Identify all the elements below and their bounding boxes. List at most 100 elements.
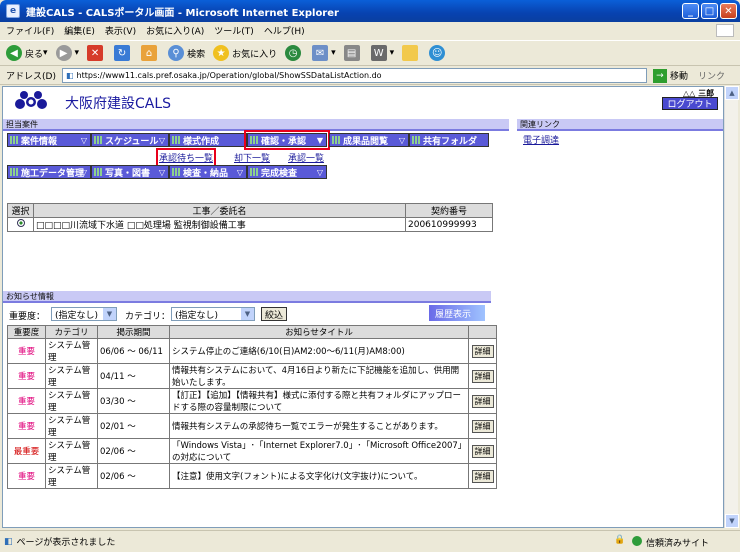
notice-importance: 重要 <box>7 463 46 489</box>
status-text: ページが表示されました <box>16 538 116 548</box>
grid-icon <box>250 136 258 144</box>
logout-button[interactable]: ログアウト <box>662 97 718 110</box>
chevron-down-icon: ▽ <box>158 135 165 145</box>
links-button[interactable]: リンク <box>698 69 725 82</box>
forward-button[interactable]: ▶ ▾ <box>55 45 79 61</box>
stop-icon: ✕ <box>87 45 104 61</box>
notice-period: 02/06 ～ <box>97 463 170 489</box>
detail-button[interactable]: 詳細 <box>471 369 494 383</box>
close-button[interactable]: ✕ <box>720 3 737 19</box>
scroll-up-icon[interactable]: ▲ <box>725 86 739 100</box>
notice-action: 詳細 <box>468 338 497 364</box>
category-select[interactable]: (指定なし) ▼ <box>171 307 255 321</box>
select-radio[interactable] <box>7 217 34 232</box>
scroll-down-icon[interactable]: ▼ <box>725 514 739 528</box>
pending-approval-link[interactable]: 承認待ち一覧 <box>155 148 217 167</box>
notice-title: システム停止のご連絡(6/10(日)AM2:00～6/11(月)AM8:00) <box>169 338 469 364</box>
menu-item[interactable]: ファイル(F) <box>6 24 54 37</box>
detail-button[interactable]: 詳細 <box>471 344 494 358</box>
nav-form-creation[interactable]: 様式作成 <box>169 133 247 147</box>
history-button[interactable]: ◷ <box>285 45 304 61</box>
print-button[interactable]: ▤ <box>343 45 363 61</box>
search-icon: ⚲ <box>168 45 185 61</box>
title-bar: e 建設CALS - CALSポータル画面 - Microsoft Intern… <box>0 0 740 22</box>
ie-logo-icon: e <box>6 4 20 18</box>
importance-select[interactable]: (指定なし) ▼ <box>51 307 117 321</box>
history-display-button[interactable]: 履歴表示 <box>429 305 485 321</box>
toolbar: ◀ 戻る ▾ ▶ ▾ ✕ ↻ ⌂ ⚲ 検索 ★ お気に入り ◷ ✉ ▾ ▤ W ▾ ☺ <box>0 40 740 66</box>
notice-action: 詳細 <box>468 438 497 464</box>
detail-button[interactable]: 詳細 <box>471 444 494 458</box>
refresh-icon: ↻ <box>114 45 131 61</box>
col-select-header: 選択 <box>7 203 34 218</box>
notice-category: システム管理 <box>45 338 98 364</box>
minimize-button[interactable]: _ <box>682 3 699 19</box>
chevron-down-icon: ▽ <box>236 167 243 177</box>
e-procurement-link[interactable]: 電子調達 <box>517 131 723 148</box>
nav-inspection-delivery[interactable]: 検査・納品 ▽ <box>169 165 247 179</box>
divider <box>3 129 509 131</box>
stop-button[interactable]: ✕ <box>87 45 106 61</box>
nav-schedule[interactable]: スケジュール ▽ <box>91 133 169 147</box>
filter-button[interactable]: 絞込 <box>261 307 287 321</box>
folder-icon <box>402 45 419 61</box>
notice-period: 04/11 ～ <box>97 363 170 389</box>
projects-section-label: 担当案件 <box>3 119 509 129</box>
maximize-button[interactable]: □ <box>701 3 718 19</box>
favorites-button[interactable]: ★ お気に入り <box>213 45 277 61</box>
notice-row: 重要 システム管理 02/06 ～【注意】使用文字(フォント)による文字化け(文字抜… <box>7 463 497 489</box>
notice-title: 「Windows Vista」･「Internet Explorer7.0」･「… <box>169 438 469 464</box>
grid-icon <box>412 136 420 144</box>
col-name-header: 工事／委託名 <box>33 203 406 218</box>
folder-button[interactable] <box>402 45 421 61</box>
search-button[interactable]: ⚲ 検索 <box>168 45 205 61</box>
notice-row: 重要 システム管理 02/01 ～情報共有システムの承認待ち一覧でエラーが発生するこ… <box>7 413 497 439</box>
detail-button[interactable]: 詳細 <box>471 469 494 483</box>
go-button[interactable]: → 移動 <box>652 68 688 83</box>
notice-row: 重要 システム管理 04/11 ～情報共有システムにおいて、4月16日より新たに下記… <box>7 363 497 389</box>
nav-construction-data[interactable]: 施工データ管理 ▽ <box>7 165 91 179</box>
vertical-scrollbar[interactable]: ▲ ▼ <box>724 86 739 528</box>
messenger-button[interactable]: ☺ <box>429 45 448 61</box>
importance-label: 重要度： <box>9 312 46 322</box>
notice-period: 02/06 ～ <box>97 438 170 464</box>
category-label: カテゴリ： <box>125 312 171 322</box>
nav-project-info[interactable]: 案件情報 ▽ <box>7 133 91 147</box>
menu-bar: ファイル(F) 編集(E) 表示(V) お気に入り(A) ツール(T) ヘルプ(H) <box>0 22 740 39</box>
nav-completion-inspection[interactable]: 完成検査 ▽ <box>247 165 327 179</box>
edit-button[interactable]: W ▾ <box>370 45 394 61</box>
grid-icon <box>10 168 18 176</box>
related-section-label: 関連リンク <box>517 119 723 129</box>
lock-icon: 🔒 <box>614 535 626 545</box>
notice-title: 【注意】使用文字(フォント)による文字化け(文字抜け)について。 <box>169 463 469 489</box>
notice-action: 詳細 <box>468 363 497 389</box>
detail-button[interactable]: 詳細 <box>471 394 494 408</box>
nav-photos-docs[interactable]: 写真・図書 ▽ <box>91 165 169 179</box>
col-title-header: お知らせタイトル <box>169 325 469 339</box>
menu-item[interactable]: お気に入り(A) <box>146 24 204 37</box>
detail-button[interactable]: 詳細 <box>471 419 494 433</box>
chevron-down-icon: ▼ <box>103 308 116 320</box>
menu-item[interactable]: 編集(E) <box>64 24 95 37</box>
notice-action: 詳細 <box>468 388 497 414</box>
address-input[interactable]: ◧ https://www11.cals.pref.osaka.jp/Opera… <box>61 68 647 83</box>
menu-item[interactable]: ツール(T) <box>214 24 254 37</box>
refresh-button[interactable]: ↻ <box>114 45 133 61</box>
home-icon: ⌂ <box>141 45 158 61</box>
notice-category: システム管理 <box>45 438 98 464</box>
nav-deliverables[interactable]: 成果品閲覧 ▽ <box>329 133 409 147</box>
mail-button[interactable]: ✉ ▾ <box>312 45 336 61</box>
nav-confirm-approve[interactable]: 確認・承認 ▼ <box>244 130 330 150</box>
rejected-list-link[interactable]: 却下一覧 <box>234 151 270 164</box>
back-button[interactable]: ◀ 戻る ▾ <box>6 45 48 61</box>
chevron-down-icon: ▽ <box>398 135 405 145</box>
notice-row: 重要 システム管理 06/06 ～ 06/11 システム停止のご連絡(6/10(日)A… <box>7 338 497 364</box>
home-button[interactable]: ⌂ <box>141 45 160 61</box>
approved-list-link[interactable]: 承認一覧 <box>288 151 324 164</box>
nav-shared-folder[interactable]: 共有フォルダ <box>409 133 489 147</box>
notices-table: 重要度 カテゴリ 掲示期間 お知らせタイトル 重要 システム管理 06/06 ～ 0… <box>7 325 497 489</box>
notice-row: 最重要 システム管理 02/06 ～「Windows Vista」･「Interne… <box>7 438 497 464</box>
page-content: 大阪府建設CALS △△ 三郎 ログアウト 担当案件 関連リンク 電子調達 案件… <box>2 86 724 528</box>
menu-item[interactable]: 表示(V) <box>105 24 136 37</box>
menu-item[interactable]: ヘルプ(H) <box>264 24 305 37</box>
